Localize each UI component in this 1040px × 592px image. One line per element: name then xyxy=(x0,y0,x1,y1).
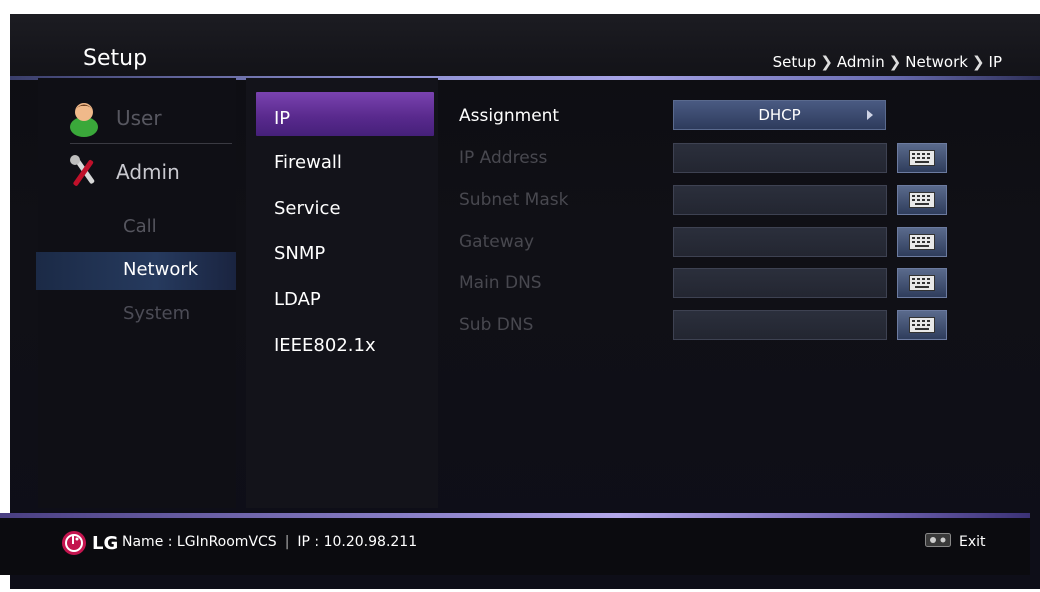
category-user-label: User xyxy=(116,106,162,130)
sub-dns-input[interactable] xyxy=(673,310,887,340)
exit-remote-icon xyxy=(925,533,951,551)
exit-label: Exit xyxy=(959,534,986,550)
page-title: Setup xyxy=(83,46,148,71)
subnet-mask-input[interactable] xyxy=(673,185,887,215)
submenu-ldap[interactable]: LDAP xyxy=(274,289,321,310)
device-ip: IP : 10.20.98.211 xyxy=(297,534,418,550)
category-admin-label: Admin xyxy=(116,160,180,184)
header-bar: Setup Setup ❯ Admin ❯ Network ❯ IP xyxy=(10,14,1040,80)
submenu-snmp[interactable]: SNMP xyxy=(274,243,325,264)
exit-button[interactable]: Exit xyxy=(925,533,986,551)
keyboard-icon[interactable] xyxy=(897,227,947,257)
assignment-select[interactable]: DHCP xyxy=(673,100,886,130)
device-info: Name : LGInRoomVCS | IP : 10.20.98.211 xyxy=(122,534,417,550)
breadcrumb-item: Admin xyxy=(836,53,885,71)
gateway-input[interactable] xyxy=(673,227,887,257)
main-dns-label: Main DNS xyxy=(459,273,542,293)
admin-subitem-system[interactable]: System xyxy=(123,303,190,324)
category-admin[interactable]: Admin xyxy=(64,150,244,194)
gateway-label: Gateway xyxy=(459,232,535,252)
breadcrumb-separator-icon: ❯ xyxy=(820,53,833,71)
breadcrumb: Setup ❯ Admin ❯ Network ❯ IP xyxy=(773,53,1002,71)
admin-subitem-call[interactable]: Call xyxy=(123,216,157,237)
submenu-firewall[interactable]: Firewall xyxy=(274,152,342,173)
info-separator: | xyxy=(284,534,290,550)
breadcrumb-item: IP xyxy=(988,53,1002,71)
user-icon xyxy=(64,98,104,138)
category-divider xyxy=(70,143,232,144)
breadcrumb-item: Setup xyxy=(772,53,817,71)
ip-address-label: IP Address xyxy=(459,148,548,168)
tools-icon xyxy=(64,152,104,192)
category-user[interactable]: User xyxy=(64,96,244,140)
submenu-service[interactable]: Service xyxy=(274,198,341,219)
submenu-ip[interactable]: IP xyxy=(274,108,290,129)
ip-address-input[interactable] xyxy=(673,143,887,173)
lg-logo-text: LG xyxy=(92,532,119,554)
assignment-value: DHCP xyxy=(758,106,801,124)
sub-dns-label: Sub DNS xyxy=(459,315,534,335)
breadcrumb-separator-icon: ❯ xyxy=(888,53,902,71)
keyboard-icon[interactable] xyxy=(897,185,947,215)
keyboard-icon[interactable] xyxy=(897,143,947,173)
keyboard-icon[interactable] xyxy=(897,268,947,298)
breadcrumb-separator-icon: ❯ xyxy=(971,53,985,71)
breadcrumb-item: Network xyxy=(905,53,968,71)
chevron-right-icon xyxy=(867,110,873,120)
assignment-label: Assignment xyxy=(459,106,560,126)
lg-logo-icon: LG xyxy=(61,530,118,556)
device-name: Name : LGInRoomVCS xyxy=(122,534,277,550)
submenu-ieee8021x[interactable]: IEEE802.1x xyxy=(274,335,376,356)
subnet-mask-label: Subnet Mask xyxy=(459,190,569,210)
admin-subitem-network[interactable]: Network xyxy=(123,259,198,280)
main-dns-input[interactable] xyxy=(673,268,887,298)
keyboard-icon[interactable] xyxy=(897,310,947,340)
